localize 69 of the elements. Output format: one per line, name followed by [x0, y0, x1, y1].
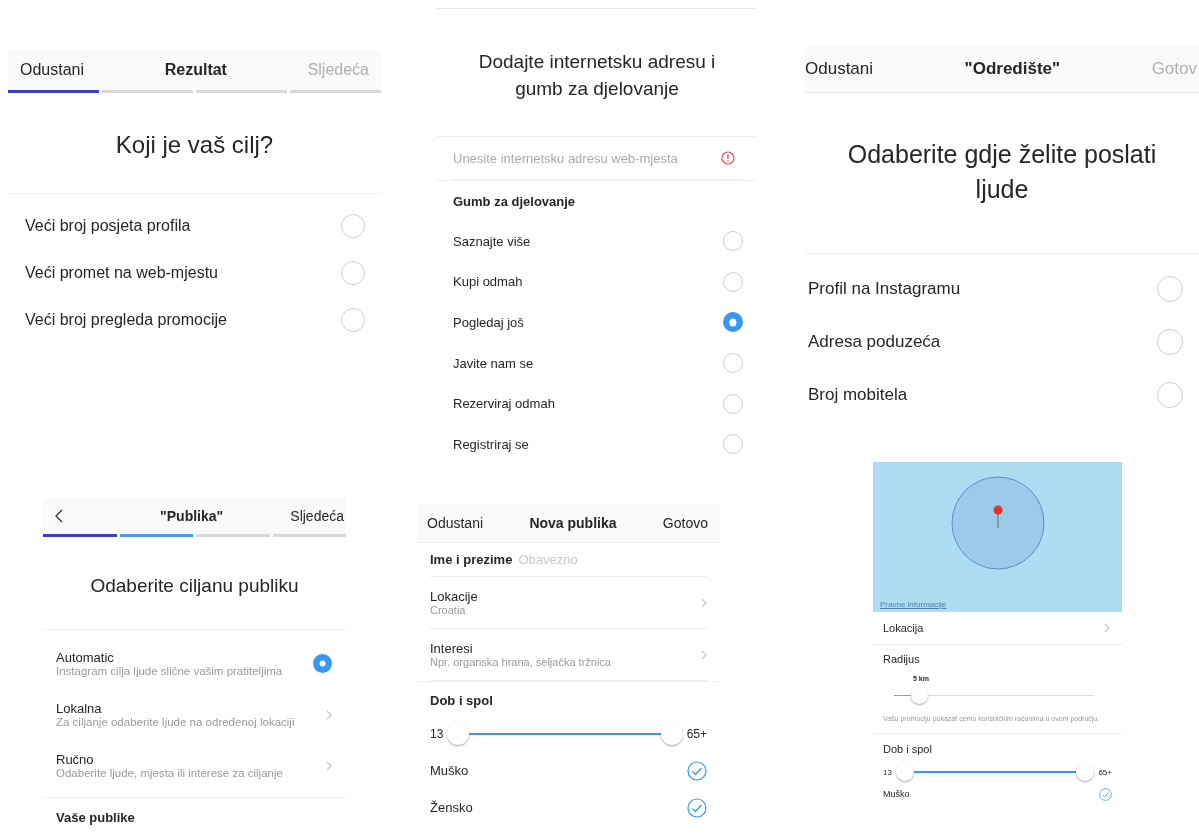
section-title: Dob i spol: [430, 692, 494, 710]
chevron-icon: [701, 649, 707, 660]
row-value: Npr. organska hrana, seljačka tržnica: [430, 656, 611, 668]
screen-heading: Dodajte internetsku adresu i gumb za djelovanje: [477, 50, 717, 101]
option-title: Automatic: [56, 650, 115, 665]
section-title: Radijus: [883, 653, 921, 665]
row-value: Croatia: [430, 604, 467, 616]
age-range-slider[interactable]: [895, 761, 1095, 783]
option-label: Veći promet na web-mjestu: [25, 263, 218, 282]
age-minimum: 13: [430, 727, 444, 741]
gender-label: Žensko: [430, 800, 473, 815]
option-label: Broj mobitela: [808, 384, 908, 405]
screen-heading: Odaberite gdje želite poslati ljude: [846, 139, 1158, 205]
section-title: Gumb za djelovanje: [452, 193, 577, 211]
next-button[interactable]: Sljedeća: [290, 508, 344, 524]
option-label: Registriraj se: [453, 436, 529, 452]
option-label: Pogledaj još: [453, 315, 524, 330]
cancel-button[interactable]: Odustani: [427, 515, 484, 531]
section-title: Dob i spol: [883, 743, 933, 755]
slider-thumb[interactable]: [911, 687, 928, 704]
chevron-icon: [326, 760, 332, 771]
back-icon[interactable]: [55, 509, 63, 523]
age-minimum: 13: [883, 767, 892, 777]
option-description: Za ciljanje odaberite ljude na određenoj lokaciji: [56, 716, 295, 728]
chevron-icon: [701, 597, 707, 608]
url-field[interactable]: Unesite internetsku adresu web-mjesta: [453, 150, 721, 166]
age-maximum: 65+: [686, 727, 707, 741]
checkmark-icon[interactable]: [687, 797, 707, 818]
section-title: Vaše publike: [55, 809, 136, 827]
radio-button[interactable]: [313, 654, 332, 673]
radio-button[interactable]: [723, 312, 743, 333]
option-label: Veći broj pregleda promocije: [25, 310, 227, 329]
screen-title: Rezultat: [164, 61, 227, 79]
row-title: Lokacije: [430, 589, 478, 604]
error-icon: [721, 151, 735, 165]
field-label: Ime i prezime: [430, 552, 513, 567]
screen-title: "Odredište": [964, 59, 1061, 79]
checkmark-icon[interactable]: [1099, 787, 1112, 801]
screen-heading: Odaberite ciljanu publiku: [89, 575, 300, 597]
option-description: Odaberite ljude, mjesta ili interese za ciljanje: [56, 767, 283, 779]
row-title: Interesi: [430, 641, 474, 656]
gender-label: Muško: [883, 789, 910, 799]
cancel-button[interactable]: Odustani: [805, 59, 874, 79]
option-label: Profil na Instagramu: [808, 278, 961, 299]
option-label: Javite nam se: [453, 355, 534, 371]
chevron-icon: [1104, 623, 1110, 633]
slider-thumb[interactable]: [660, 722, 683, 745]
done-button[interactable]: Gotovo: [662, 515, 708, 531]
option-label: Kupi odmah: [453, 274, 523, 290]
age-maximum: 65+: [1098, 767, 1112, 777]
option-label: Saznajte više: [453, 233, 531, 249]
cancel-button[interactable]: Odustani: [20, 61, 85, 79]
slider-thumb[interactable]: [895, 762, 914, 781]
slider-thumb[interactable]: [1076, 762, 1095, 781]
option-title: Lokalna: [56, 701, 103, 716]
gender-label: Muško: [430, 763, 469, 778]
option-description: Instagram cilja ljude slične vašim pratiteljima: [56, 665, 283, 677]
option-title: Ručno: [56, 752, 95, 767]
checkmark-icon[interactable]: [687, 760, 707, 781]
chevron-icon: [326, 709, 332, 720]
slider-thumb[interactable]: [447, 722, 470, 745]
option-label: Rezerviraj odmah: [453, 396, 555, 412]
screen-heading: Koji je vaš cilj?: [114, 131, 275, 159]
row-title: Lokacija: [883, 622, 924, 634]
option-label: Veći broj posjeta profila: [25, 216, 191, 235]
option-label: Adresa poduzeća: [808, 331, 941, 352]
screen-title: "Publika": [160, 508, 224, 524]
age-range-slider[interactable]: [447, 721, 683, 747]
screen-title: Nova publika: [529, 515, 617, 531]
